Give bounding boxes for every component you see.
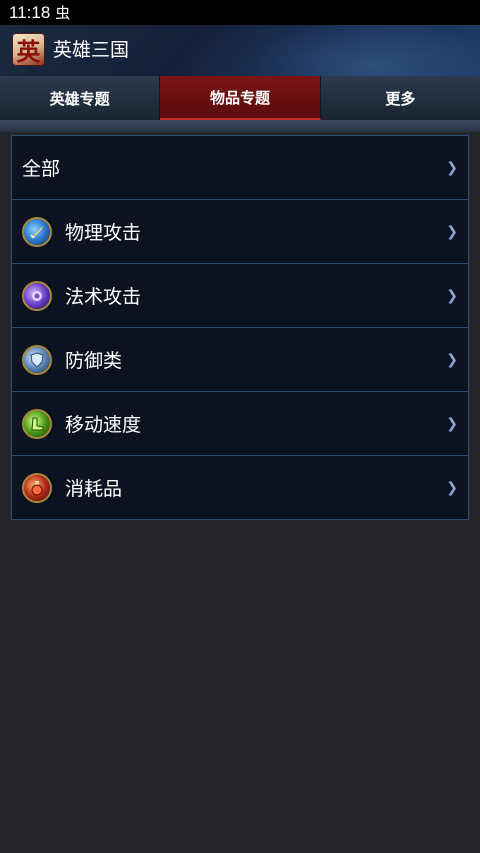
tab-items[interactable]: 物品专题 <box>160 76 321 120</box>
chevron-right-icon: ❯ <box>446 159 458 176</box>
tab-more[interactable]: 更多 <box>321 76 480 120</box>
category-physical-attack[interactable]: 物理攻击 ❯ <box>12 200 468 264</box>
magic-orb-icon <box>22 280 52 311</box>
category-label: 全部 <box>22 158 61 180</box>
chevron-right-icon: ❯ <box>446 415 458 432</box>
category-movement-speed[interactable]: 移动速度 ❯ <box>12 392 468 456</box>
shield-icon <box>22 344 52 375</box>
category-label: 防御类 <box>65 350 123 372</box>
chevron-right-icon: ❯ <box>446 287 458 304</box>
category-label: 法术攻击 <box>65 286 142 308</box>
item-category-list: 全部 ❯ 物理攻击 ❯ 法术攻击 ❯ 防御类 ❯ 移动速度 ❯ 消耗品 ❯ <box>11 135 469 520</box>
category-all[interactable]: 全部 ❯ <box>12 136 468 200</box>
category-label: 物理攻击 <box>65 222 142 244</box>
category-label: 移动速度 <box>65 414 142 436</box>
app-logo-icon[interactable]: 英 <box>12 33 45 66</box>
category-consumables[interactable]: 消耗品 ❯ <box>12 456 468 519</box>
tab-divider <box>0 120 480 132</box>
category-magic-attack[interactable]: 法术攻击 ❯ <box>12 264 468 328</box>
potion-icon <box>22 472 52 503</box>
tab-heroes[interactable]: 英雄专题 <box>0 76 161 120</box>
chevron-right-icon: ❯ <box>446 223 458 240</box>
sword-icon <box>22 216 52 247</box>
app-title: 英雄三国 <box>53 39 130 61</box>
chevron-right-icon: ❯ <box>446 479 458 496</box>
header-background-art <box>180 25 480 76</box>
status-bar: 11:18 虫 <box>0 0 480 25</box>
notification-icon: 虫 <box>55 4 71 22</box>
app-header: 英 英雄三国 <box>0 25 480 76</box>
status-time: 11:18 <box>9 2 51 22</box>
category-defense[interactable]: 防御类 ❯ <box>12 328 468 392</box>
tab-bar: 英雄专题 物品专题 更多 <box>0 76 480 121</box>
chevron-right-icon: ❯ <box>446 351 458 368</box>
category-label: 消耗品 <box>65 478 123 500</box>
boots-icon <box>22 408 52 439</box>
